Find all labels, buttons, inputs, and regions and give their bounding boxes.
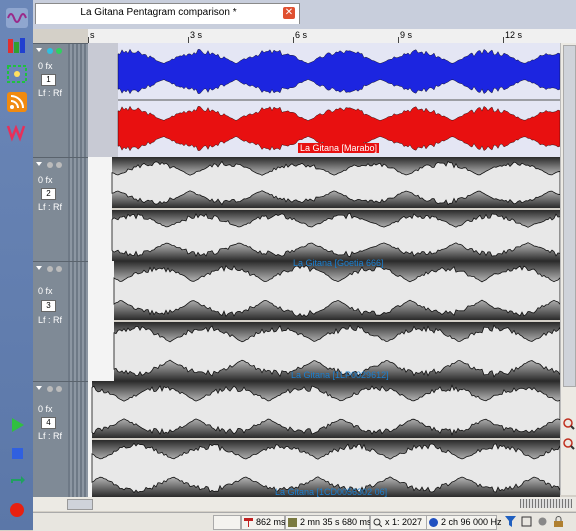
horizontal-scrollbar[interactable]	[33, 497, 576, 511]
track-number: 3	[41, 300, 56, 312]
clip-lead-area	[88, 261, 114, 381]
track-volume-strip[interactable]	[68, 262, 88, 382]
lock-icon[interactable]	[553, 516, 564, 527]
format-readout: 2 ch 96 000 Hz	[426, 515, 502, 530]
loop-icon[interactable]	[6, 471, 28, 491]
rss-feed-icon[interactable]	[6, 92, 28, 112]
settings-icon[interactable]	[537, 516, 548, 527]
ruler-label: 9 s	[400, 30, 413, 40]
clip-label-1: La Gitana [Marabo]	[298, 143, 380, 153]
format-value: 2 ch 96 000 Hz	[441, 517, 502, 527]
latency-readout: 862 ms	[241, 515, 286, 530]
clip-label-4: La Gitana [1CD0056302 06]	[275, 487, 388, 497]
track-routing[interactable]: Lf : Rf	[38, 431, 62, 441]
track-volume-strip[interactable]	[68, 158, 88, 262]
play-icon[interactable]	[6, 415, 28, 435]
zoom-value: x 1: 2027	[385, 517, 423, 527]
clip-lead-area	[88, 43, 118, 157]
track-volume-strip[interactable]	[68, 382, 88, 498]
ruler-label: 6 s	[295, 30, 308, 40]
duration-value: 2 mn 35 s 680 ms	[300, 517, 372, 527]
tab-title: La Gitana Pentagram comparison *	[80, 7, 237, 18]
clip-label-3: La Gitana [1LP0029612]	[291, 370, 389, 380]
status-empty-cell	[213, 515, 241, 530]
track-routing[interactable]: Lf : Rf	[38, 202, 62, 212]
track-fx-count[interactable]: 0 fx	[38, 175, 53, 185]
latency-icon	[244, 518, 253, 527]
time-ruler[interactable]: s 3 s 6 s 9 s 12 s	[88, 29, 576, 44]
status-bar: 862 ms 2 mn 35 s 680 ms x 1: 2027 2 ch 9…	[33, 512, 576, 531]
zoom-slider[interactable]	[520, 499, 572, 508]
zoom-in-icon[interactable]	[563, 418, 575, 430]
track-header-3[interactable]: 0 fx 3 Lf : Rf	[33, 261, 88, 382]
latency-value: 862 ms	[256, 517, 286, 527]
track-header-4[interactable]: 0 fx 4 Lf : Rf	[33, 381, 88, 498]
track-menu-icon[interactable]	[36, 385, 66, 393]
ruler-label: s	[90, 30, 95, 40]
grid-select-icon[interactable]	[6, 64, 28, 84]
document-tab[interactable]: La Gitana Pentagram comparison * ✕	[35, 3, 300, 24]
vertical-scroll-thumb[interactable]	[563, 45, 576, 387]
info-icon	[429, 518, 438, 527]
track-fx-count[interactable]: 0 fx	[38, 286, 53, 296]
horizontal-scroll-thumb[interactable]	[67, 499, 93, 510]
record-icon[interactable]	[6, 500, 28, 520]
stop-icon[interactable]	[6, 443, 28, 463]
close-tab-button[interactable]: ✕	[283, 7, 295, 19]
track-menu-icon[interactable]	[36, 265, 66, 273]
ruler-label: 3 s	[190, 30, 203, 40]
clip-lead-area	[88, 157, 112, 261]
duration-readout: 2 mn 35 s 680 ms	[285, 515, 372, 530]
clip-lead-area	[88, 381, 92, 497]
magnifier-icon	[373, 518, 382, 527]
track-number: 4	[41, 417, 56, 429]
audio-clip-track-4[interactable]	[88, 381, 560, 497]
audio-clip-track-1[interactable]	[88, 43, 560, 157]
track-routing[interactable]: Lf : Rf	[38, 315, 62, 325]
track-routing[interactable]: Lf : Rf	[38, 88, 62, 98]
track-menu-icon[interactable]	[36, 47, 66, 55]
audio-clip-track-2[interactable]	[88, 157, 560, 261]
waveform-left-channel	[117, 48, 560, 95]
zoom-out-icon[interactable]	[563, 438, 575, 450]
track-number: 1	[41, 74, 56, 86]
track-header-2[interactable]: 0 fx 2 Lf : Rf	[33, 157, 88, 262]
track-number: 2	[41, 188, 56, 200]
mixer-icon[interactable]	[6, 36, 28, 56]
track-menu-icon[interactable]	[36, 161, 66, 169]
track-fx-count[interactable]: 0 fx	[38, 404, 53, 414]
zoom-readout: x 1: 2027	[370, 515, 427, 530]
wave-editor-icon[interactable]	[6, 122, 28, 142]
ruler-label: 12 s	[505, 30, 523, 40]
left-toolbar	[0, 0, 33, 530]
track-header-1[interactable]: 0 fx 1 Lf : Rf	[33, 43, 88, 158]
track-fx-count[interactable]: 0 fx	[38, 61, 53, 71]
track-volume-strip[interactable]	[68, 44, 88, 158]
duration-icon	[288, 518, 297, 527]
waveform-icon[interactable]	[6, 8, 28, 28]
audio-clip-track-3[interactable]	[88, 261, 560, 381]
vertical-scrollbar[interactable]	[560, 43, 576, 495]
filter-icon[interactable]	[505, 516, 516, 527]
clip-label-2: La Gitana [Goetia 666]	[293, 258, 384, 268]
snap-icon[interactable]	[521, 516, 532, 527]
